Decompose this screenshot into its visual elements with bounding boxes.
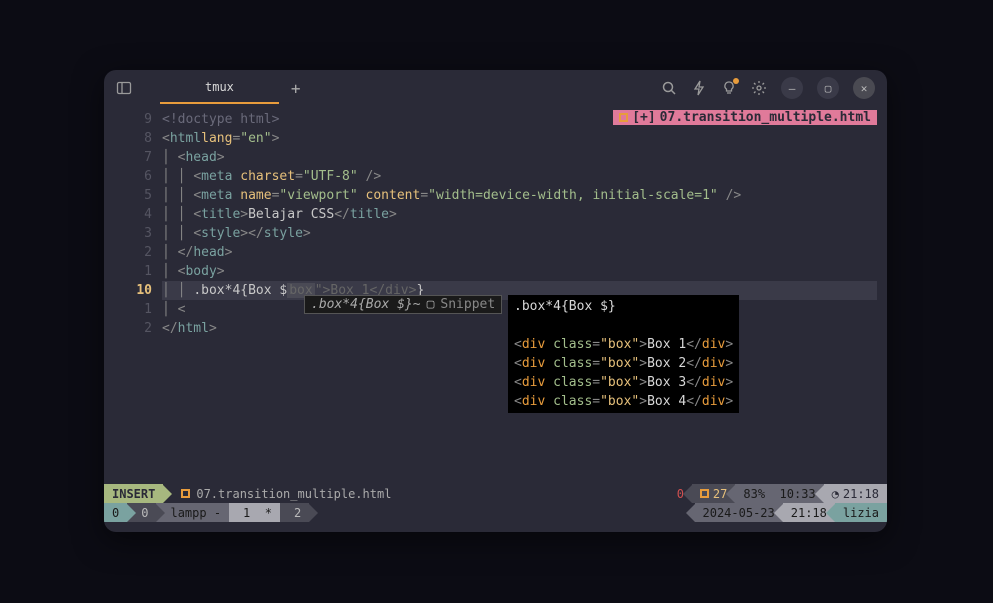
tmux-window-0-name[interactable]: lampp -	[156, 503, 229, 522]
maximize-button[interactable]: ▢	[817, 77, 839, 99]
status-file-name: 07.transition_multiple.html	[196, 487, 391, 501]
tab-tmux[interactable]: tmux	[160, 72, 279, 104]
tmux-date: 2024-05-23	[695, 503, 783, 522]
status-pos-icon	[700, 489, 709, 498]
status-file-icon	[181, 489, 190, 498]
hint-icon[interactable]	[721, 80, 737, 96]
autocomplete-popup[interactable]: .box*4{Box $}~ ▢ Snippet	[304, 295, 502, 314]
tmux-statusbar: 0 0 lampp - 1 * 2 2024-05-23 21:18 lizia	[104, 503, 887, 522]
tmux-session[interactable]: 0	[104, 503, 127, 522]
statusbar: INSERT 07.transition_multiple.html 0 27 …	[104, 484, 887, 503]
tab-add-button[interactable]: +	[279, 79, 313, 98]
snippet-icon: ▢	[427, 297, 435, 312]
emmet-preview: .box*4{Box $} <div class="box">Box 1</di…	[508, 295, 739, 413]
status-pos-value: 27	[713, 487, 727, 501]
notification-dot	[733, 78, 739, 84]
tmux-window-1[interactable]: 1 *	[229, 503, 280, 522]
tmux-window-2[interactable]: 2	[280, 503, 309, 522]
suggest-kind: Snippet	[440, 297, 495, 312]
sidebar-toggle-icon[interactable]	[116, 80, 132, 96]
status-percent: 83% 10:33	[735, 484, 823, 503]
close-button[interactable]: ✕	[853, 77, 875, 99]
editor-area[interactable]: [+] 07.transition_multiple.html 98765432…	[104, 106, 887, 484]
status-clock: ◔ 21:18	[824, 484, 887, 503]
suggest-text: .box*4{Box $}~	[311, 297, 421, 312]
terminal-window: tmux + – ▢ ✕ [+] 07.transitio	[104, 70, 887, 532]
search-icon[interactable]	[661, 80, 677, 96]
gear-icon[interactable]	[751, 80, 767, 96]
tmux-user: lizia	[835, 503, 887, 522]
bolt-icon[interactable]	[691, 80, 707, 96]
line-gutter: 9876543211012	[104, 106, 162, 484]
mode-indicator: INSERT	[104, 484, 163, 503]
clock-icon: ◔	[832, 487, 839, 501]
minimize-button[interactable]: –	[781, 77, 803, 99]
titlebar: tmux + – ▢ ✕	[104, 70, 887, 106]
status-file: 07.transition_multiple.html	[173, 484, 399, 503]
